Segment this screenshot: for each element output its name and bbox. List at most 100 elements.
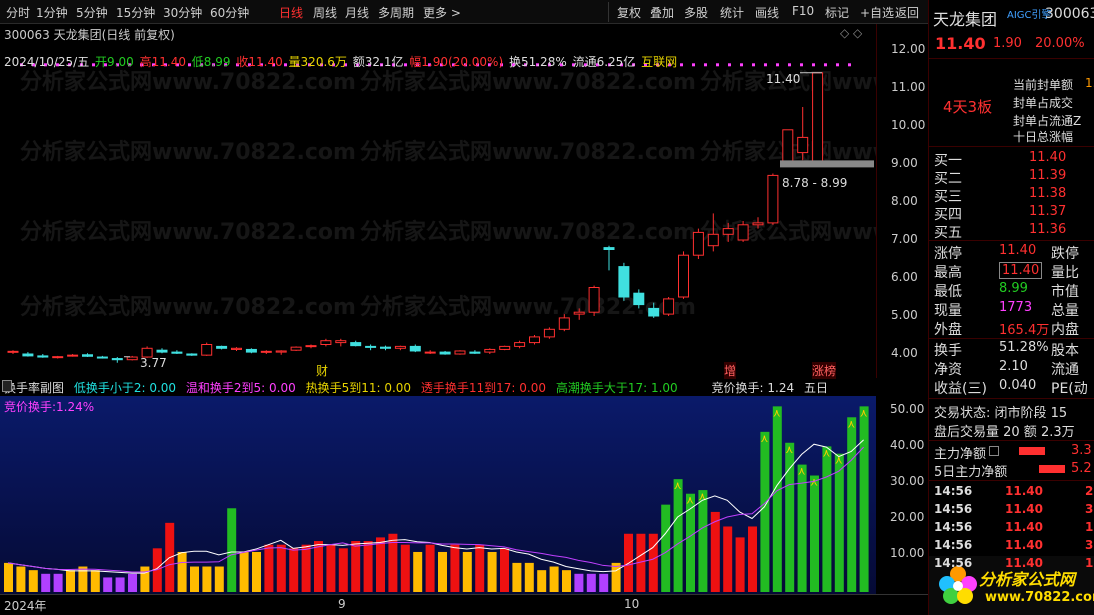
dotted-marker <box>752 63 755 67</box>
event-marker-cai[interactable]: 财 <box>316 362 328 379</box>
btn-draw[interactable]: 画线 <box>755 4 779 21</box>
dotted-marker <box>704 63 707 67</box>
turnover-bar <box>351 541 361 592</box>
turnover-bar <box>78 566 88 592</box>
main-net-label: 主力净额 <box>934 447 987 462</box>
event-marker-zhangbang[interactable]: 涨榜 <box>812 362 837 379</box>
fundamental-key: 净资 <box>934 362 962 378</box>
turnover-bar <box>562 570 571 592</box>
turnover-bar <box>289 548 299 592</box>
tab-30min[interactable]: 30分钟 <box>163 4 202 21</box>
bid-level-label: 买四 <box>934 207 962 223</box>
btn-f10[interactable]: F10 <box>792 4 814 18</box>
tab-5min[interactable]: 5分钟 <box>76 4 108 21</box>
turnover-bar <box>53 573 63 592</box>
candle-body <box>499 345 511 350</box>
sub-chart-title[interactable]: 换手率副图 <box>4 381 64 395</box>
quote-key: 跌停 <box>1051 246 1079 262</box>
after-hours-volume: 盘后交易量 20 额 2.3万 <box>934 425 1075 440</box>
btn-fuquan[interactable]: 复权 <box>617 4 641 21</box>
turnover-bar <box>772 406 782 592</box>
fundamental-key: 股本 <box>1051 343 1079 359</box>
peak-marker-icon: ⋏ <box>847 417 855 430</box>
turnover-bar <box>648 533 658 592</box>
turnover-bar <box>301 544 311 592</box>
turnover-bar <box>28 570 38 592</box>
quote-key: 内盘 <box>1051 322 1079 338</box>
candle-body <box>782 129 794 165</box>
candle-body <box>558 317 570 330</box>
ohlc-bar: 2024/10/25/五 开9.00 高11.40 低8.99 收11.40 量… <box>4 53 679 70</box>
dotted-marker <box>716 63 719 67</box>
candle-body <box>767 174 779 224</box>
ma5-line <box>7 439 864 574</box>
info-icon[interactable] <box>989 446 999 456</box>
btn-multi-stock[interactable]: 多股 <box>684 4 708 21</box>
btn-back[interactable]: 返回 <box>895 4 919 21</box>
bid-level-label: 买二 <box>934 171 962 187</box>
tab-monthly[interactable]: 月线 <box>345 4 369 21</box>
turnover-bar <box>16 566 26 592</box>
tab-multi-period[interactable]: 多周期 <box>378 4 414 21</box>
ohlc-high: 高11.40 <box>139 55 186 69</box>
candle-body <box>216 345 228 349</box>
time-axis: 2024年 9 10 <box>0 594 928 615</box>
price-tick: 4.00 <box>891 346 918 360</box>
price-tick: 11.00 <box>891 80 926 94</box>
tab-1min[interactable]: 1分钟 <box>36 4 68 21</box>
candle-body <box>290 346 302 351</box>
tab-fenshi[interactable]: 分时 <box>6 4 30 21</box>
tab-15min[interactable]: 15分钟 <box>116 4 155 21</box>
btn-mark[interactable]: 标记 <box>825 4 849 21</box>
turnover-tick: 50.00 <box>890 402 925 416</box>
candle-body <box>126 356 138 361</box>
dotted-marker <box>680 63 683 67</box>
event-marker-zeng[interactable]: 增 <box>724 362 737 379</box>
tab-daily[interactable]: 日线 <box>279 4 303 21</box>
btn-stats[interactable]: 统计 <box>720 4 744 21</box>
price-axis: 12.00 11.00 10.00 9.00 8.00 7.00 6.00 5.… <box>876 24 928 378</box>
turnover-bar <box>599 573 609 592</box>
candle-body <box>380 346 391 349</box>
candle-body <box>111 358 123 361</box>
ohlc-concept[interactable]: 互联网 <box>641 55 677 69</box>
main-chart-area[interactable]: 分析家公式网www.70822.com 分析家公式网www.70822.com … <box>0 24 1036 378</box>
peak-marker-icon: ⋏ <box>686 494 694 507</box>
candle-body <box>37 355 49 358</box>
turnover-bar <box>338 548 348 592</box>
candle-body <box>22 353 34 357</box>
turnover-bar <box>524 562 534 592</box>
turnover-bar <box>227 508 237 592</box>
turnover-bar <box>66 570 75 592</box>
legend-hot-turnover: 热换手5到11: 0.00 <box>305 381 412 395</box>
turnover-bar <box>128 573 137 592</box>
candle-body <box>424 351 436 354</box>
legend-mild-turnover: 温和换手2到5: 0.00 <box>185 381 296 395</box>
tick-time: 14:56 <box>934 556 973 570</box>
candle-body <box>469 351 481 354</box>
diamond-icon[interactable]: ◇ ◇ <box>840 26 862 40</box>
stock-code: 300063 <box>1045 6 1094 22</box>
candle-body <box>573 311 585 315</box>
turnover-subchart[interactable]: ⋏ ⋏ ⋏ ⋏ ⋏ ⋏ ⋏ ⋏ ⋏ ⋏ ⋏ ⋏ 竞价换手:1.24% <box>0 396 876 594</box>
candle-body <box>260 350 272 353</box>
ma10-line <box>7 446 864 573</box>
tab-60min[interactable]: 60分钟 <box>210 4 249 21</box>
price-tick: 10.00 <box>891 118 926 132</box>
btn-overlay[interactable]: 叠加 <box>650 4 674 21</box>
collapse-icon[interactable] <box>2 380 12 392</box>
candle-body <box>245 348 257 353</box>
bid-level-price: 11.37 <box>1029 204 1067 219</box>
dotted-marker <box>848 63 851 67</box>
tab-more[interactable]: 更多 > <box>423 4 461 21</box>
btn-add-watchlist[interactable]: +自选 <box>860 4 894 21</box>
ohlc-float: 流通6.25亿 <box>572 55 636 69</box>
candle-body <box>454 350 466 355</box>
peak-marker-icon: ⋏ <box>798 465 806 478</box>
divider <box>929 398 1094 399</box>
candle-body <box>231 347 242 350</box>
tab-weekly[interactable]: 周线 <box>313 4 337 21</box>
ohlc-turnover: 换51.28% <box>508 55 567 69</box>
candle-body <box>156 349 168 353</box>
quote-key: 最低 <box>934 284 962 300</box>
